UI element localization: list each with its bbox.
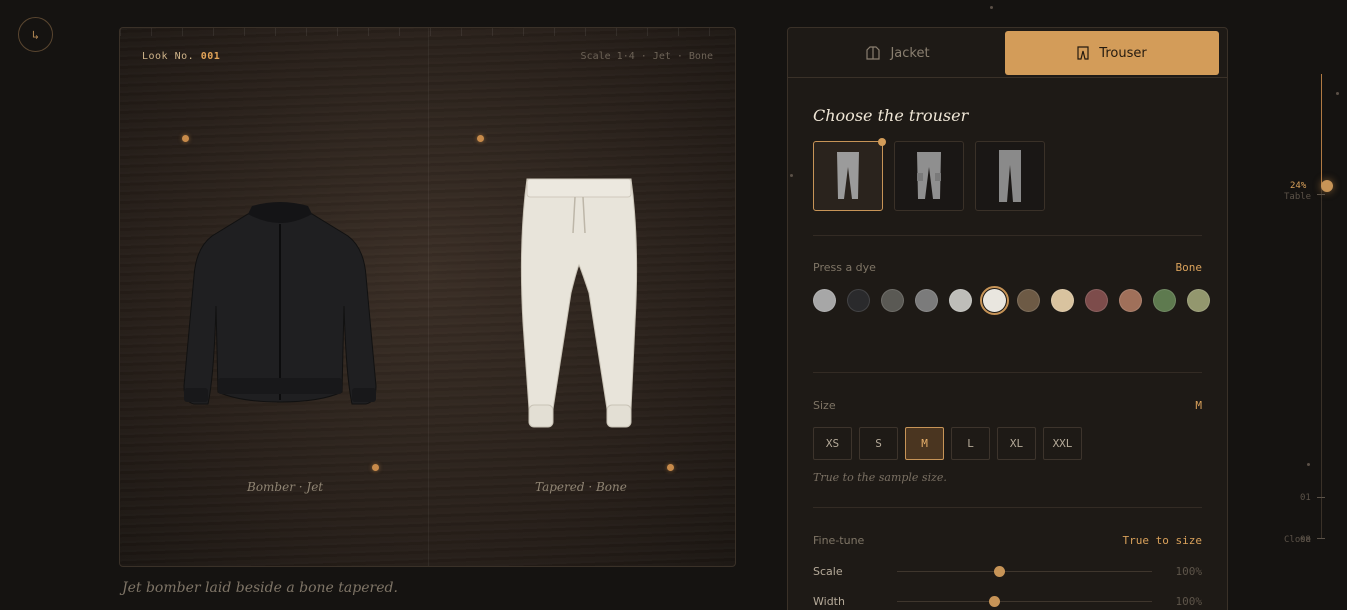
- tapered-trouser-image[interactable]: [515, 173, 645, 435]
- stage-divider: [428, 28, 429, 566]
- jacket-caption: Bomber · Jet: [247, 480, 324, 494]
- rail-tick: [1317, 194, 1325, 195]
- size-header: Size M: [813, 399, 1202, 412]
- pin-marker: [477, 135, 484, 142]
- dye-swatches: [813, 286, 1213, 315]
- dye-swatch[interactable]: [1051, 289, 1074, 312]
- tab-jacket[interactable]: Jacket: [791, 31, 1005, 75]
- scale-info: Scale 1·4 · Jet · Bone: [580, 51, 713, 62]
- look-number: 001: [200, 51, 221, 62]
- pin-marker: [667, 464, 674, 471]
- divider: [813, 235, 1202, 236]
- dye-swatch[interactable]: [847, 289, 870, 312]
- cargo-trouser-thumb: [917, 152, 941, 199]
- hanger-icon[interactable]: ↳: [18, 17, 53, 52]
- trouser-caption: Tapered · Bone: [535, 480, 627, 494]
- dust-particle: [1336, 92, 1339, 95]
- dye-swatch[interactable]: [915, 289, 938, 312]
- rail-close-num: 08: [1300, 535, 1311, 545]
- dye-header: Press a dye Bone: [813, 261, 1202, 274]
- dye-swatch[interactable]: [949, 289, 972, 312]
- divider: [813, 507, 1202, 508]
- dye-swatch[interactable]: [813, 289, 836, 312]
- garment-tabs: Jacket Trouser: [788, 28, 1227, 78]
- look-number-label: Look No. 001: [142, 51, 221, 62]
- rail-tick: [1317, 538, 1325, 539]
- dye-swatch[interactable]: [1187, 289, 1210, 312]
- dye-swatch[interactable]: [881, 289, 904, 312]
- size-option-m[interactable]: M: [905, 427, 944, 460]
- style-option-straight[interactable]: [975, 141, 1045, 211]
- outfit-description: Jet bomber laid beside a bone tapered.: [122, 580, 398, 596]
- zoom-rail-fill: [1321, 74, 1322, 186]
- size-option-xs[interactable]: XS: [813, 427, 852, 460]
- dye-swatch[interactable]: [1119, 289, 1142, 312]
- dye-swatch[interactable]: [1153, 289, 1176, 312]
- bomber-jacket-image[interactable]: [180, 196, 380, 411]
- dust-particle: [790, 174, 793, 177]
- size-option-s[interactable]: S: [859, 427, 898, 460]
- trouser-icon: [1077, 46, 1089, 60]
- zoom-level-label: Table: [1284, 192, 1312, 202]
- slider-track[interactable]: [897, 565, 1152, 577]
- finetune-header: Fine-tune True to size: [813, 534, 1202, 547]
- divider: [813, 372, 1202, 373]
- slider-knob[interactable]: [988, 595, 1000, 607]
- dust-particle: [990, 6, 993, 9]
- pin-marker: [182, 135, 189, 142]
- customizer-panel: Jacket Trouser Choose the trouser Press …: [787, 27, 1228, 610]
- jacket-icon: [866, 46, 881, 60]
- rail-tick: [1317, 497, 1325, 498]
- trouser-style-options: [813, 138, 1045, 211]
- scale-slider[interactable]: Scale 100%: [813, 564, 1202, 578]
- tab-trouser[interactable]: Trouser: [1005, 31, 1219, 75]
- selected-indicator: [878, 138, 886, 146]
- slider-knob[interactable]: [994, 565, 1005, 577]
- dye-swatch[interactable]: [1085, 289, 1108, 312]
- selected-dye: Bone: [1175, 261, 1203, 274]
- style-option-tapered[interactable]: [813, 138, 886, 211]
- dust-particle: [1307, 463, 1310, 466]
- size-option-xl[interactable]: XL: [997, 427, 1036, 460]
- slider-track[interactable]: [897, 595, 1152, 607]
- size-option-xxl[interactable]: XXL: [1043, 427, 1082, 460]
- zoom-handle[interactable]: [1321, 180, 1333, 192]
- style-option-cargo[interactable]: [894, 141, 964, 211]
- size-hint: True to the sample size.: [813, 471, 947, 484]
- straight-trouser-thumb: [999, 150, 1021, 202]
- size-option-l[interactable]: L: [951, 427, 990, 460]
- dye-swatch[interactable]: [1017, 289, 1040, 312]
- rail-tick-label: 01: [1300, 493, 1311, 503]
- finetune-value: True to size: [1122, 534, 1202, 547]
- width-slider[interactable]: Width 100%: [813, 594, 1202, 608]
- selected-size: M: [1195, 399, 1202, 412]
- zoom-rail[interactable]: [1321, 74, 1322, 538]
- outfit-stage: Look No. 001 Scale 1·4 · Jet · Bone Bomb…: [119, 27, 736, 567]
- dye-swatch[interactable]: [980, 286, 1009, 315]
- pin-marker: [372, 464, 379, 471]
- zoom-percent: 24%: [1290, 181, 1307, 191]
- size-options: XS S M L XL XXL: [813, 427, 1082, 460]
- section-title: Choose the trouser: [813, 106, 969, 125]
- tapered-trouser-thumb: [837, 152, 859, 199]
